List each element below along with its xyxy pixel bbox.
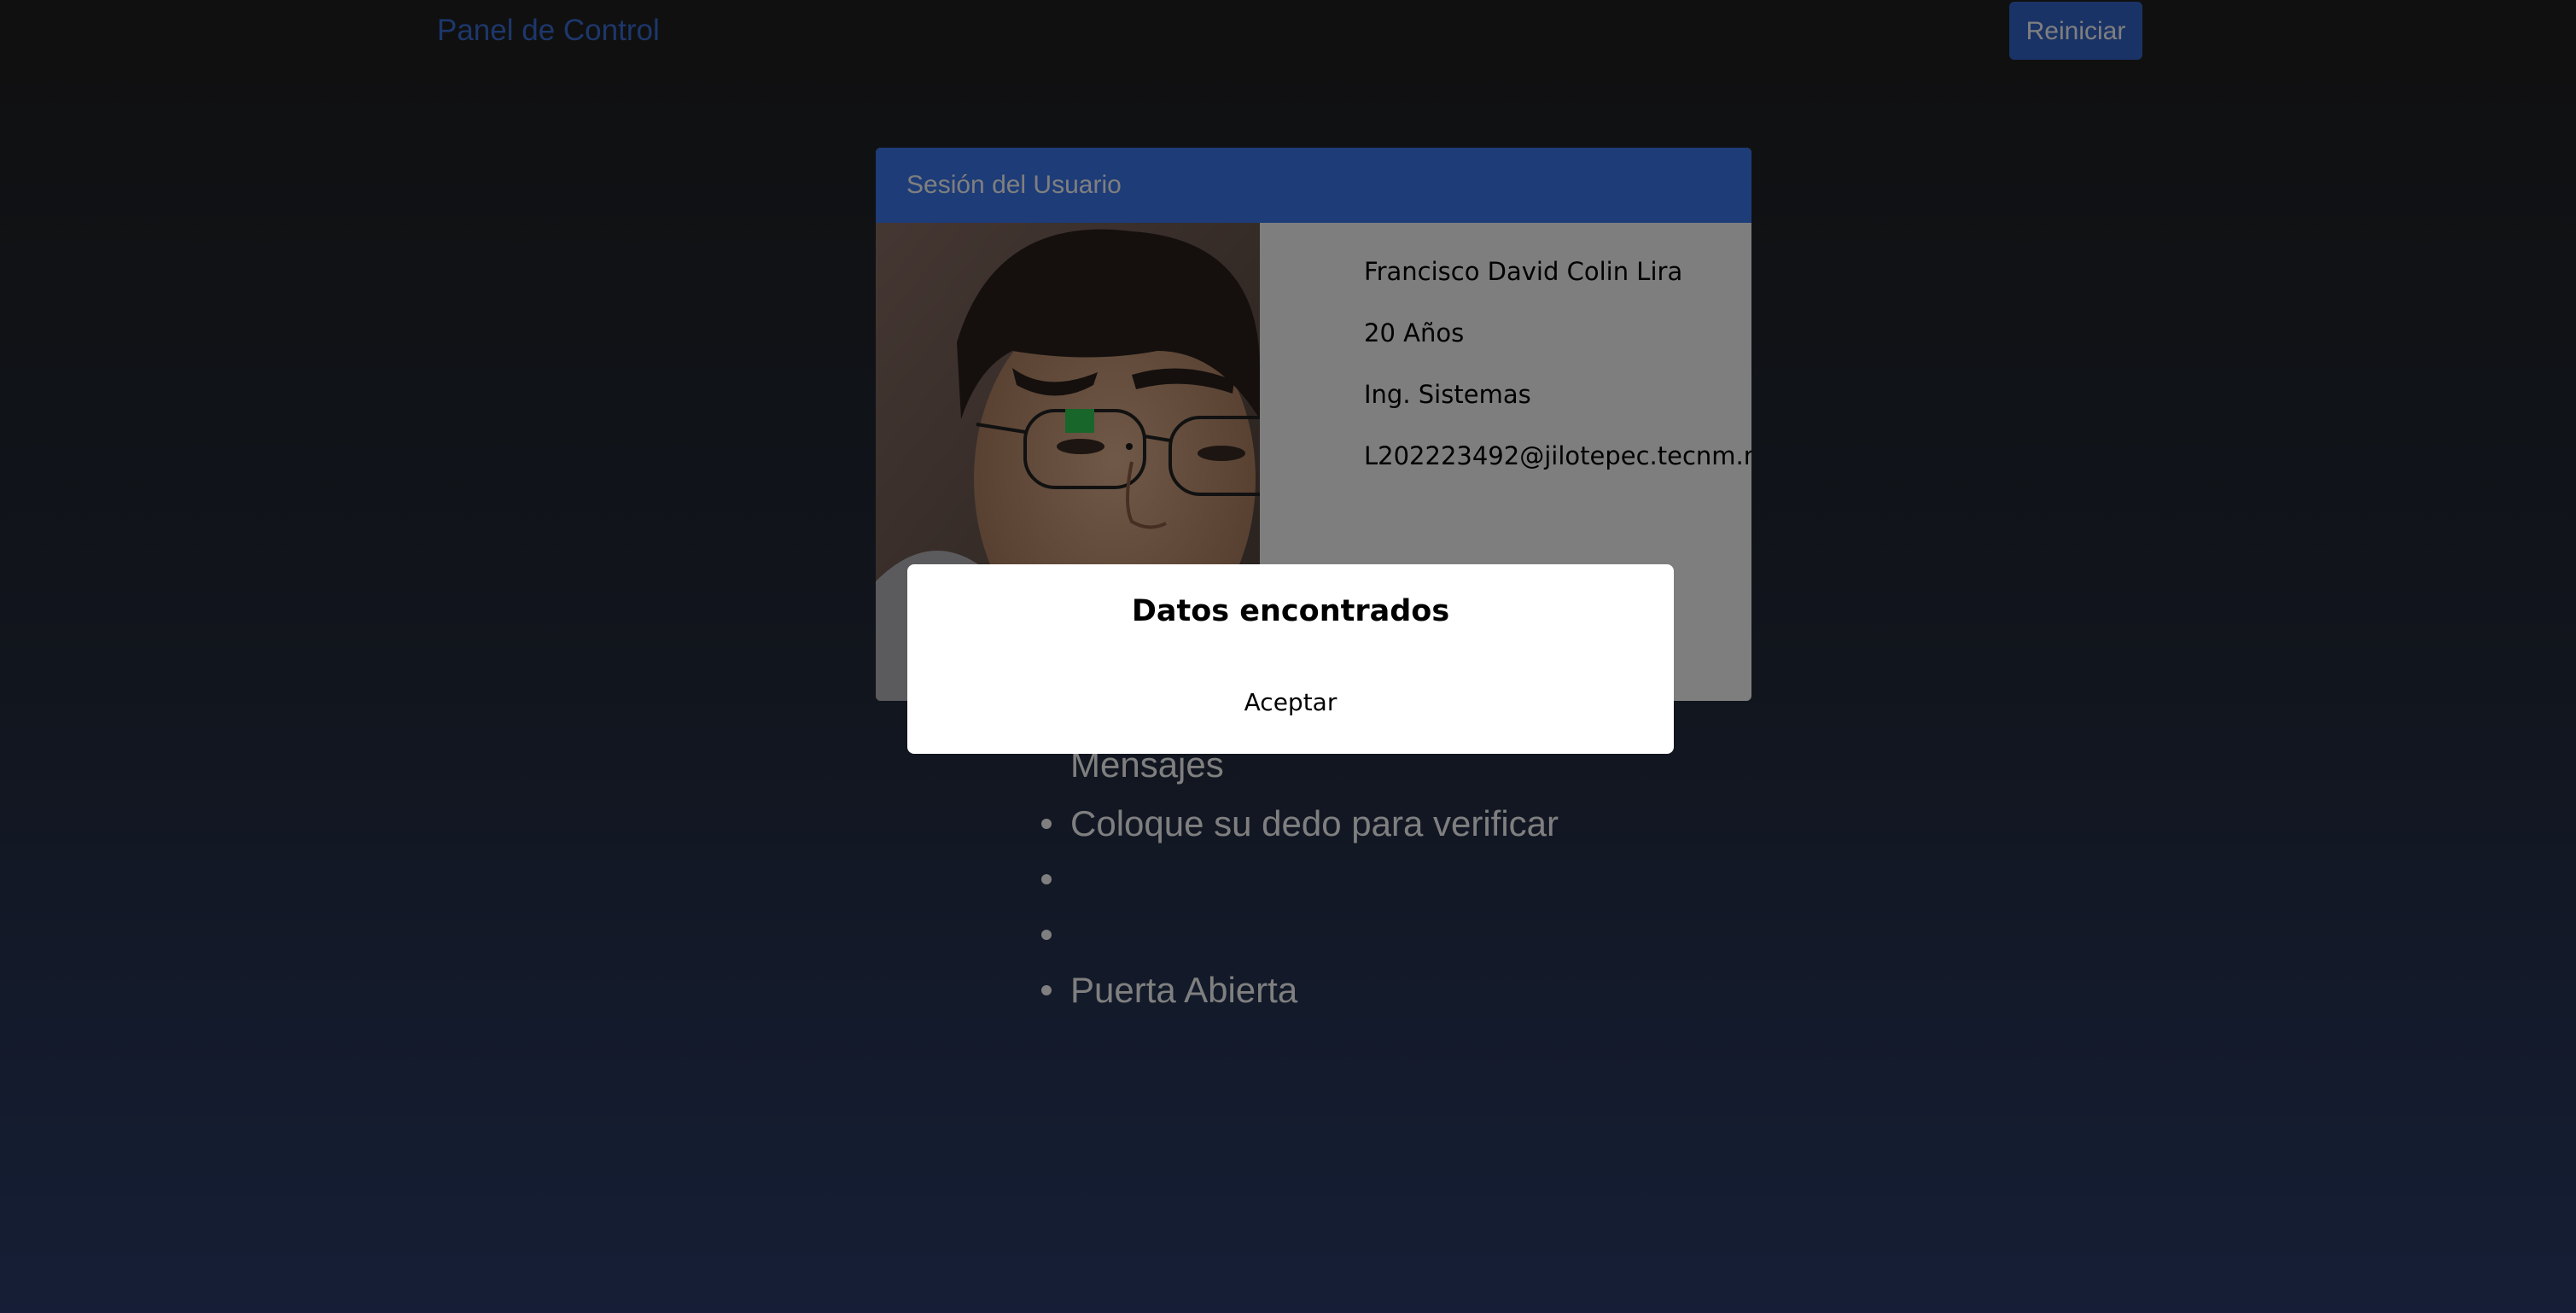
alert-dialog: Datos encontrados Aceptar (907, 564, 1674, 754)
accept-button[interactable]: Aceptar (1205, 679, 1376, 725)
dialog-title: Datos encontrados (1131, 594, 1450, 628)
page: Panel de Control Reiniciar Sesión del Us… (0, 0, 2576, 1313)
